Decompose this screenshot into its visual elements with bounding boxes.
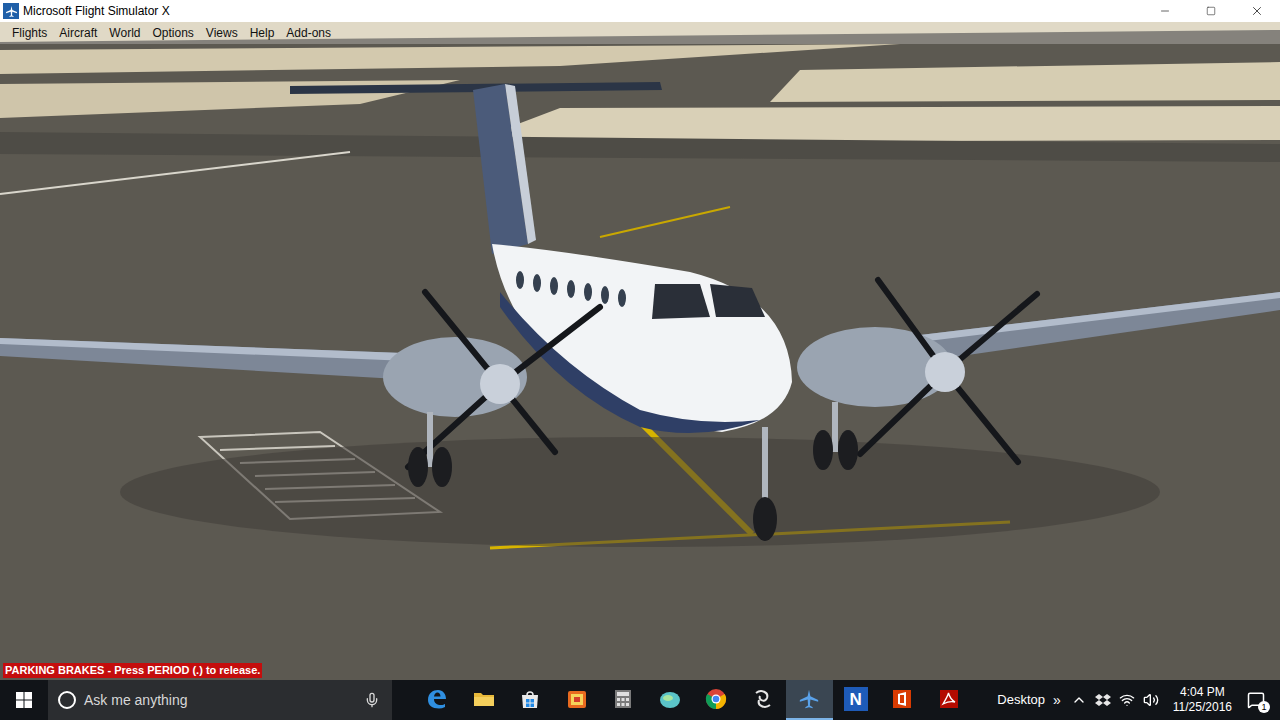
close-icon — [1250, 4, 1264, 18]
screen: Microsoft Flight Simulator X FlightsAircr… — [0, 0, 1280, 720]
game-scene[interactable] — [0, 22, 1280, 680]
notification-count: 1 — [1258, 701, 1270, 713]
taskbar-app[interactable] — [461, 680, 508, 720]
search-box[interactable]: Ask me anything — [48, 680, 392, 720]
taskbar-app[interactable] — [740, 680, 787, 720]
menu-item[interactable]: Options — [146, 24, 199, 42]
volume-icon[interactable] — [1143, 692, 1159, 708]
taskbar-app[interactable] — [507, 680, 554, 720]
taskbar-app[interactable] — [647, 680, 694, 720]
taskbar-apps: N — [414, 680, 972, 720]
desktop-toolbar[interactable]: Desktop — [997, 690, 1045, 710]
store-bag-icon — [518, 687, 542, 711]
flight-sim-icon — [797, 687, 821, 711]
airplane — [0, 82, 1280, 541]
taskbar-app[interactable] — [926, 680, 973, 720]
microphone-icon[interactable] — [364, 692, 380, 708]
close-button[interactable] — [1234, 0, 1280, 22]
window-title: Microsoft Flight Simulator X — [23, 2, 170, 20]
taskbar-app[interactable] — [414, 680, 461, 720]
taskbar-app[interactable] — [879, 680, 926, 720]
swirl-icon — [751, 687, 775, 711]
restore-icon — [1206, 6, 1216, 16]
minimize-button[interactable] — [1142, 0, 1188, 22]
globe-icon — [658, 687, 682, 711]
game-viewport[interactable]: FlightsAircraftWorldOptionsViewsHelpAdd-… — [0, 22, 1280, 680]
windows-icon — [16, 692, 32, 708]
restore-button[interactable] — [1188, 0, 1234, 22]
folder-icon — [472, 687, 496, 711]
plane-icon — [798, 688, 820, 710]
chrome-icon — [704, 687, 728, 711]
menu-item[interactable]: Help — [244, 24, 281, 42]
menu-item[interactable]: Add-ons — [280, 24, 337, 42]
taskbar: Ask me anything N Desktop » 4:04 PM11/25/201… — [0, 680, 1280, 720]
start-button[interactable] — [0, 680, 48, 720]
calculator-icon — [611, 687, 635, 711]
package-icon — [565, 687, 589, 711]
taskbar-app[interactable] — [786, 680, 833, 720]
clock-time: 4:04 PM — [1180, 685, 1225, 700]
menu-item[interactable]: World — [103, 24, 146, 42]
edge-icon — [425, 687, 449, 711]
wifi-icon[interactable] — [1119, 692, 1135, 708]
plane-icon — [5, 5, 18, 18]
menu-item[interactable]: Flights — [6, 24, 53, 42]
toolbar-chevron[interactable]: » — [1053, 690, 1061, 711]
taskbar-app[interactable] — [554, 680, 601, 720]
acrobat-icon — [937, 687, 961, 711]
taskbar-app[interactable]: N — [833, 680, 880, 720]
menu-item[interactable]: Views — [200, 24, 244, 42]
parking-brake-message: PARKING BRAKES - Press PERIOD (.) to rel… — [3, 663, 262, 678]
notifications-button[interactable]: 1 — [1236, 680, 1276, 720]
menu-item[interactable]: Aircraft — [53, 24, 103, 42]
minimize-icon — [1159, 5, 1171, 17]
taskbar-app[interactable] — [693, 680, 740, 720]
dropbox-icon[interactable] — [1095, 692, 1111, 708]
cortana-icon — [58, 691, 76, 709]
nitro-icon: N — [844, 687, 868, 711]
show-hidden-icons-icon[interactable] — [1071, 692, 1087, 708]
office-icon — [890, 687, 914, 711]
menu-bar: FlightsAircraftWorldOptionsViewsHelpAdd-… — [0, 22, 1280, 44]
title-bar[interactable]: Microsoft Flight Simulator X — [0, 0, 1280, 22]
clock-date: 11/25/2016 — [1173, 700, 1232, 715]
clock[interactable]: 4:04 PM11/25/2016 — [1169, 685, 1236, 715]
search-placeholder: Ask me anything — [84, 690, 356, 711]
app-icon — [3, 3, 19, 19]
taskbar-app[interactable] — [600, 680, 647, 720]
